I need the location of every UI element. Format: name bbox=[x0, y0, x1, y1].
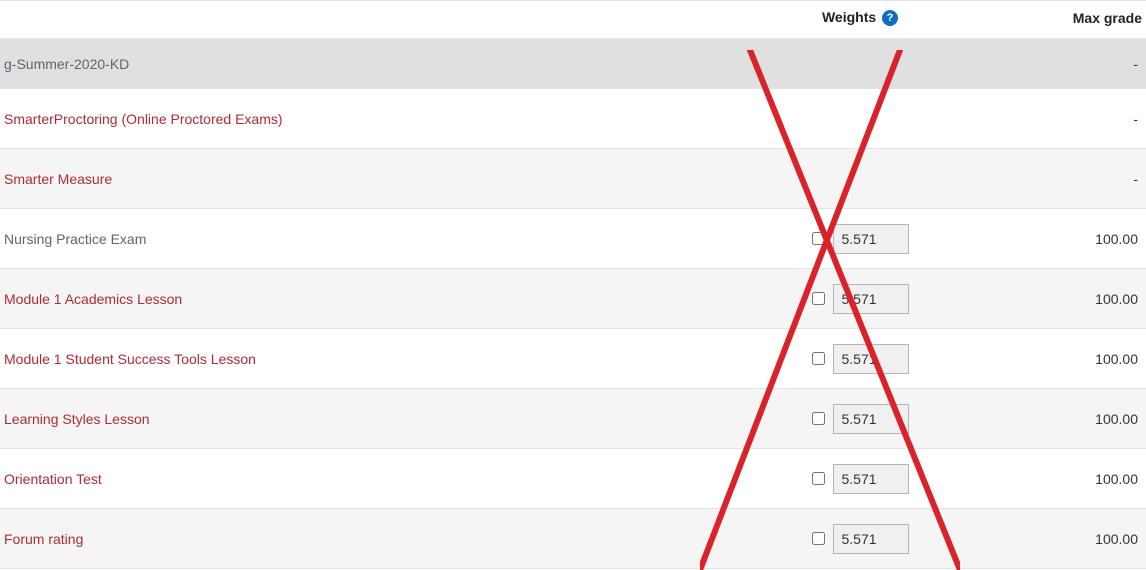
item-link[interactable]: Learning Styles Lesson bbox=[4, 411, 150, 427]
weight-override-checkbox[interactable] bbox=[812, 412, 825, 425]
table-header-row: Weights ? Max grade bbox=[0, 1, 1146, 39]
item-maxgrade: 100.00 bbox=[980, 209, 1146, 269]
item-maxgrade: - bbox=[980, 149, 1146, 209]
weight-input[interactable] bbox=[833, 224, 909, 254]
category-name: g-Summer-2020-KD bbox=[0, 39, 740, 89]
item-weight-cell bbox=[740, 449, 980, 509]
item-link[interactable]: Orientation Test bbox=[4, 471, 102, 487]
weight-override-checkbox[interactable] bbox=[812, 532, 825, 545]
item-link[interactable]: Forum rating bbox=[4, 531, 83, 547]
header-name bbox=[0, 1, 740, 39]
table-row: Module 1 Academics Lesson 100.00 bbox=[0, 269, 1146, 329]
item-label: Nursing Practice Exam bbox=[4, 231, 146, 247]
category-weight-cell bbox=[740, 39, 980, 89]
table-row: Nursing Practice Exam 100.00 bbox=[0, 209, 1146, 269]
item-weight-cell bbox=[740, 389, 980, 449]
item-link[interactable]: SmarterProctoring (Online Proctored Exam… bbox=[4, 111, 283, 127]
category-row: g-Summer-2020-KD - bbox=[0, 39, 1146, 89]
item-name-cell: Module 1 Student Success Tools Lesson bbox=[0, 329, 740, 389]
weight-input[interactable] bbox=[833, 464, 909, 494]
item-maxgrade: 100.00 bbox=[980, 389, 1146, 449]
item-maxgrade: 100.00 bbox=[980, 449, 1146, 509]
header-weights: Weights ? bbox=[740, 1, 980, 39]
item-name-cell: Smarter Measure bbox=[0, 149, 740, 209]
weight-override-checkbox[interactable] bbox=[812, 472, 825, 485]
item-weight-cell bbox=[740, 209, 980, 269]
item-maxgrade: - bbox=[980, 89, 1146, 149]
page-root: Weights ? Max grade g-Summer-2020-KD-Sma… bbox=[0, 0, 1146, 569]
weight-input[interactable] bbox=[833, 284, 909, 314]
weight-input[interactable] bbox=[833, 404, 909, 434]
item-weight-cell bbox=[740, 509, 980, 569]
item-weight-cell bbox=[740, 329, 980, 389]
weight-override-checkbox[interactable] bbox=[812, 352, 825, 365]
weight-override-checkbox[interactable] bbox=[812, 292, 825, 305]
help-icon[interactable]: ? bbox=[882, 10, 898, 26]
table-body: g-Summer-2020-KD - SmarterProctoring (Onli… bbox=[0, 39, 1146, 569]
header-maxgrade: Max grade bbox=[980, 1, 1146, 39]
table-row: Learning Styles Lesson 100.00 bbox=[0, 389, 1146, 449]
table-row: SmarterProctoring (Online Proctored Exam… bbox=[0, 89, 1146, 149]
table-row: Module 1 Student Success Tools Lesson 100… bbox=[0, 329, 1146, 389]
item-name-cell: Forum rating bbox=[0, 509, 740, 569]
item-weight-cell bbox=[740, 149, 980, 209]
item-name-cell: Learning Styles Lesson bbox=[0, 389, 740, 449]
item-name-cell: Module 1 Academics Lesson bbox=[0, 269, 740, 329]
item-maxgrade: 100.00 bbox=[980, 509, 1146, 569]
item-name-cell: Orientation Test bbox=[0, 449, 740, 509]
table-row: Orientation Test 100.00 bbox=[0, 449, 1146, 509]
item-name-cell: Nursing Practice Exam bbox=[0, 209, 740, 269]
weight-input[interactable] bbox=[833, 524, 909, 554]
item-weight-cell bbox=[740, 89, 980, 149]
weight-input[interactable] bbox=[833, 344, 909, 374]
item-maxgrade: 100.00 bbox=[980, 269, 1146, 329]
item-link[interactable]: Module 1 Student Success Tools Lesson bbox=[4, 351, 256, 367]
item-link[interactable]: Module 1 Academics Lesson bbox=[4, 291, 182, 307]
grade-table: Weights ? Max grade g-Summer-2020-KD-Sma… bbox=[0, 0, 1146, 569]
item-link[interactable]: Smarter Measure bbox=[4, 171, 112, 187]
item-weight-cell bbox=[740, 269, 980, 329]
table-row: Forum rating 100.00 bbox=[0, 509, 1146, 569]
item-maxgrade: 100.00 bbox=[980, 329, 1146, 389]
item-name-cell: SmarterProctoring (Online Proctored Exam… bbox=[0, 89, 740, 149]
header-weights-text: Weights bbox=[822, 9, 876, 25]
table-row: Smarter Measure - bbox=[0, 149, 1146, 209]
category-maxgrade: - bbox=[980, 39, 1146, 89]
weight-override-checkbox[interactable] bbox=[812, 232, 825, 245]
